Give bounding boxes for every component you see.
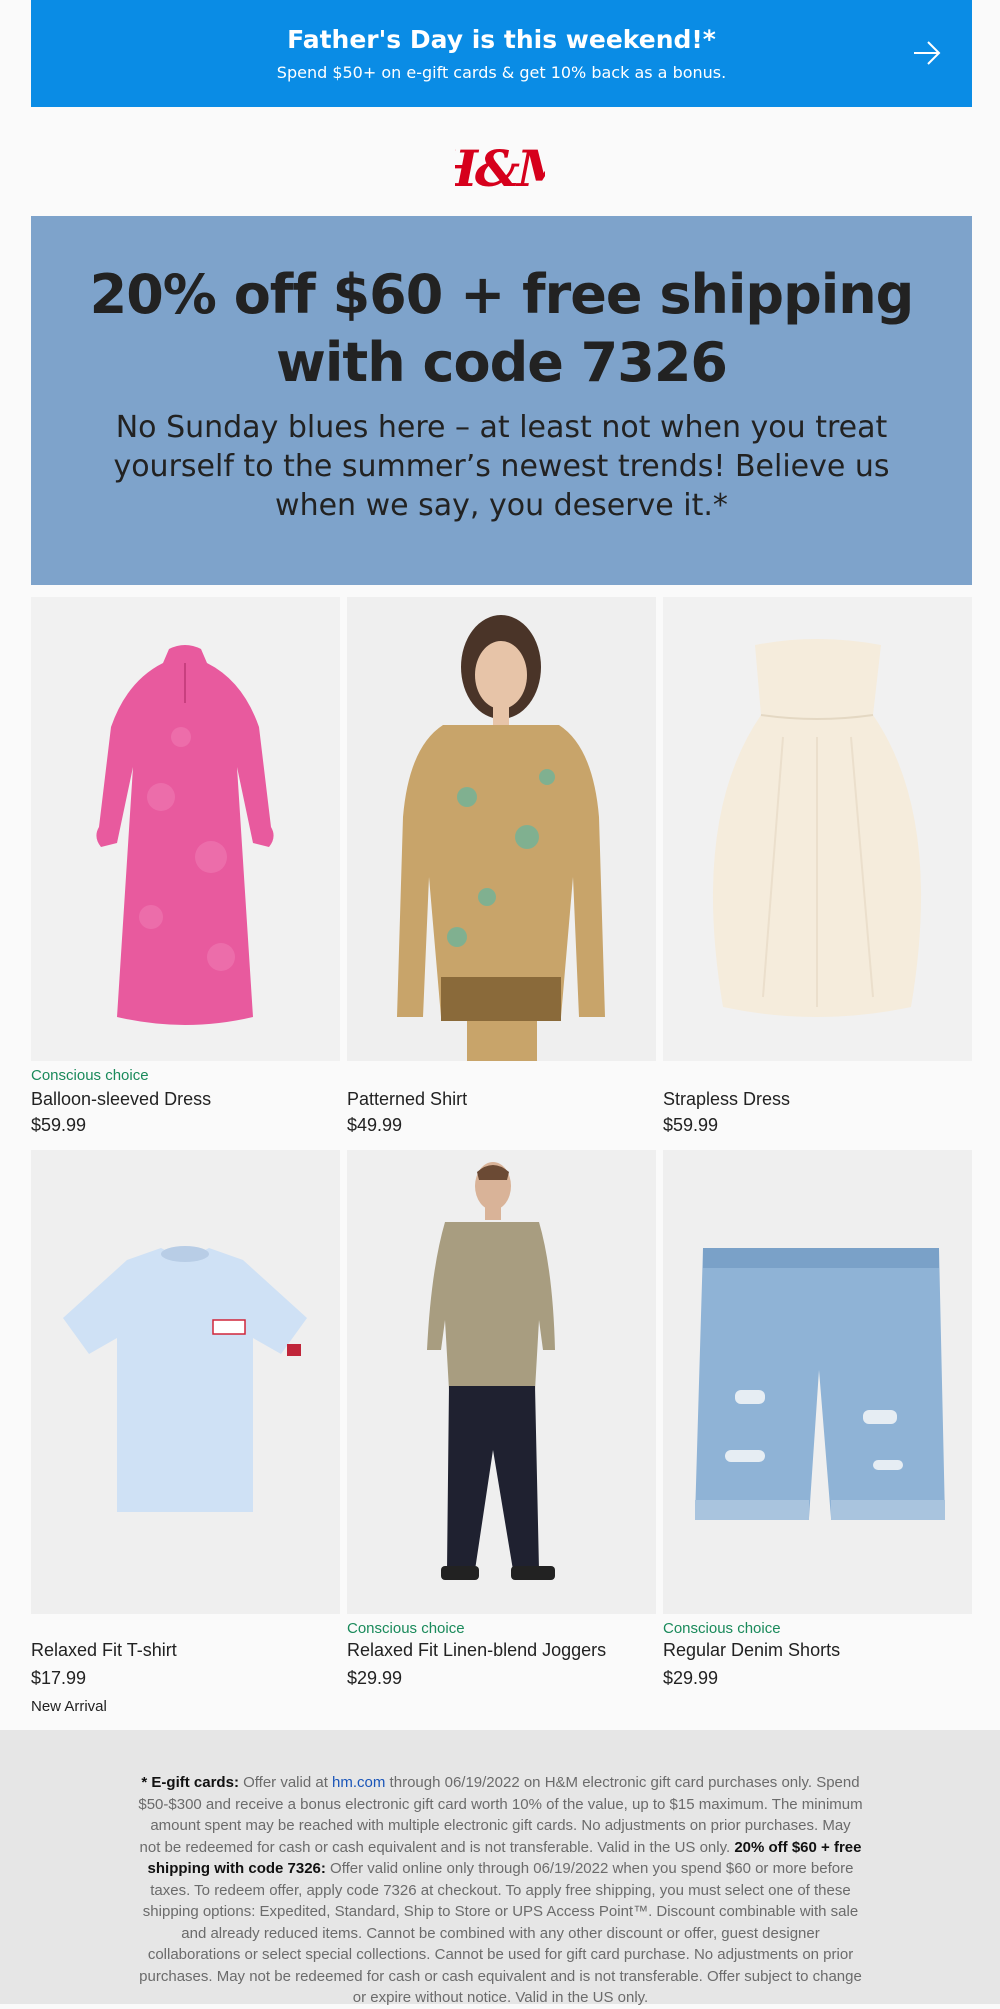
conscious-choice-tag: Conscious choice [31,1067,149,1084]
fathers-day-banner[interactable]: Father's Day is this weekend!* Spend $50… [31,0,972,107]
hm-com-link[interactable]: hm.com [332,1774,385,1791]
promo-title-line1: 20% off $60 + free shipping [89,263,915,326]
egift-label: * E-gift cards: [141,1774,239,1791]
product-image-pink-dress[interactable] [31,597,340,1061]
product-image-linen-joggers[interactable] [347,1150,656,1614]
promo-text: Offer valid online only through 06/19/20… [139,1860,862,2006]
promo-body: No Sunday blues here – at least not when… [113,410,890,523]
legal-disclaimer: * E-gift cards: Offer valid at hm.com th… [138,1772,863,2009]
egift-text-part1: Offer valid at [238,1774,333,1791]
svg-text:H&M: H&M [455,139,545,198]
product-name[interactable]: Balloon-sleeved Dress [31,1089,211,1110]
product-price: $29.99 [347,1668,403,1688]
product-image-patterned-shirt[interactable] [347,597,656,1061]
product-card[interactable]: Patterned Shirt $49.99 [347,597,656,1137]
promo-title: 20% off $60 + free shipping with code 73… [71,261,932,397]
product-card[interactable]: Conscious choice Balloon-sleeved Dress $… [31,597,340,1137]
conscious-choice-tag: Conscious choice [347,1620,465,1637]
product-card[interactable]: Conscious choice Relaxed Fit Linen-blend… [347,1150,656,1720]
conscious-choice-tag: Conscious choice [663,1620,781,1637]
product-price: $49.99 [347,1115,403,1135]
product-card[interactable]: Strapless Dress $59.99 [663,597,972,1137]
product-image-strapless-dress[interactable] [663,597,972,1061]
product-name[interactable]: Relaxed Fit Linen-blend Joggers [347,1640,606,1661]
product-price: $59.99 [663,1115,719,1135]
arrow-right-icon[interactable] [912,38,942,68]
product-card[interactable]: Relaxed Fit T-shirt $17.99 New Arrival [31,1150,340,1720]
product-price: $17.99 [31,1668,87,1688]
product-card[interactable]: Conscious choice Regular Denim Shorts $2… [663,1150,972,1720]
product-price: $59.99 [31,1115,87,1135]
promo-hero[interactable]: 20% off $60 + free shipping with code 73… [31,216,972,585]
product-image-denim-shorts[interactable] [663,1150,972,1614]
product-price: $29.99 [663,1668,719,1688]
product-image-tshirt[interactable] [31,1150,340,1614]
product-name[interactable]: Regular Denim Shorts [663,1640,840,1661]
product-name[interactable]: Relaxed Fit T-shirt [31,1640,177,1661]
promo-title-line2: with code 7326 [276,331,728,394]
new-arrival-badge: New Arrival [31,1698,107,1715]
banner-subtitle: Spend $50+ on e-gift cards & get 10% bac… [276,63,727,82]
product-name[interactable]: Patterned Shirt [347,1089,467,1110]
product-name[interactable]: Strapless Dress [663,1089,790,1110]
banner-title: Father's Day is this weekend!* [287,25,716,54]
legal-footer: * E-gift cards: Offer valid at hm.com th… [0,1730,1000,2006]
hm-logo[interactable]: H&M [455,136,545,200]
